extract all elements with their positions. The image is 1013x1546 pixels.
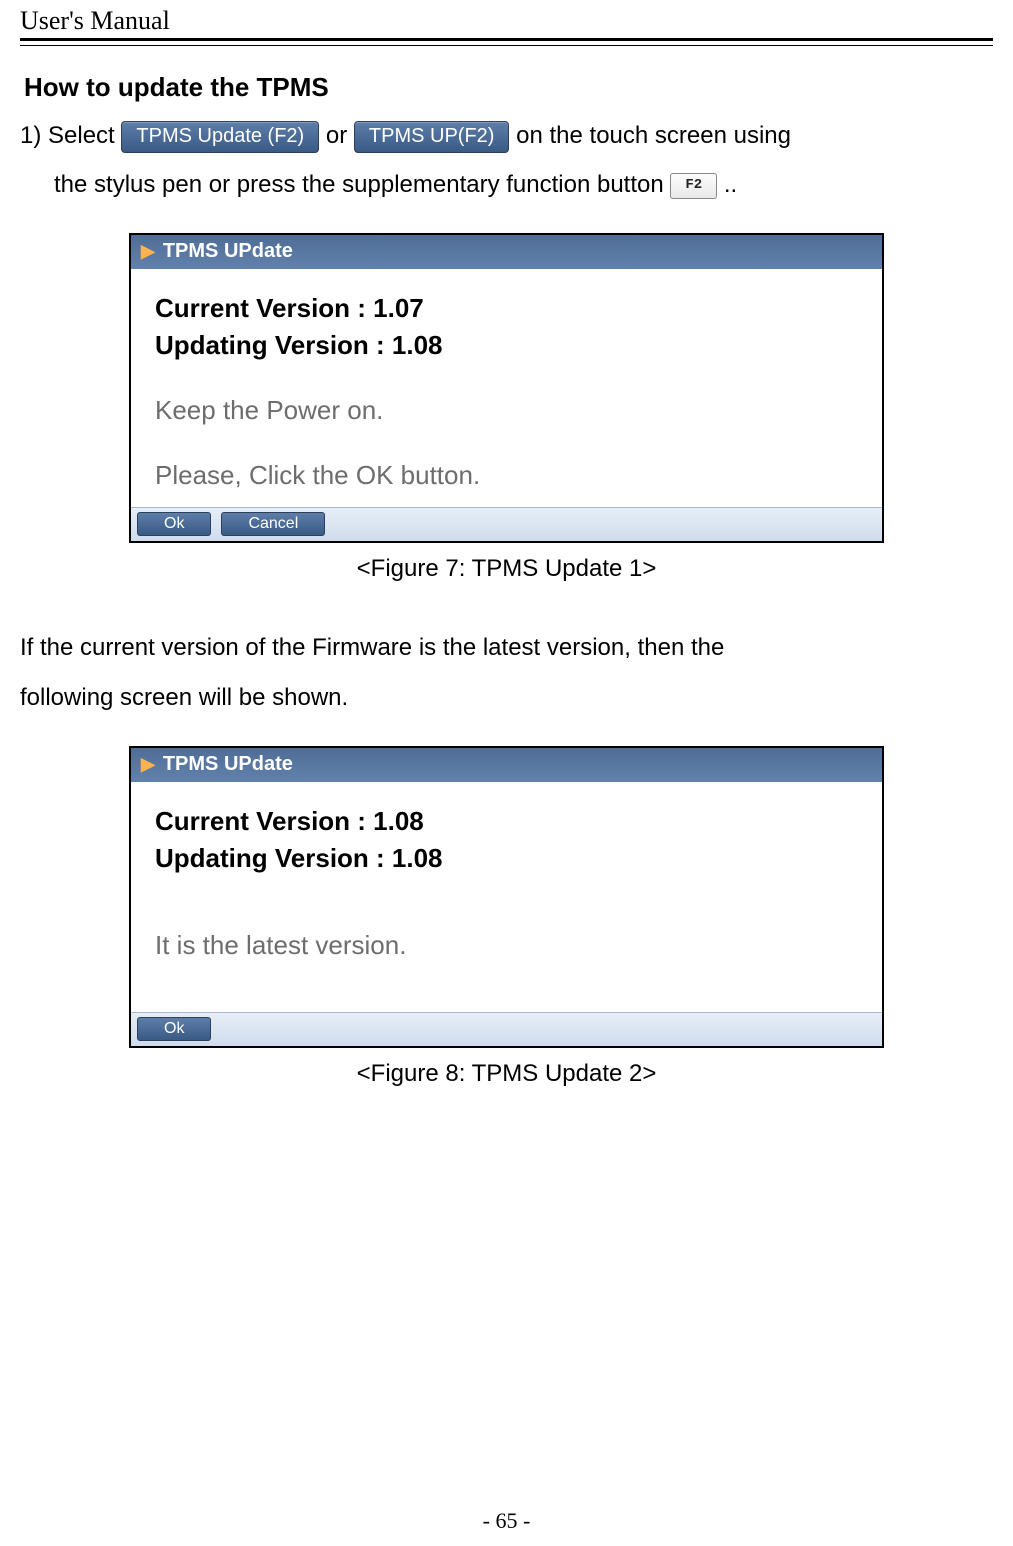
dialog1-cancel-button[interactable]: Cancel	[221, 512, 325, 536]
dialog1-updating-version: Updating Version : 1.08	[155, 330, 858, 361]
mid-paragraph: If the current version of the Firmware i…	[20, 623, 993, 721]
header-rule	[20, 38, 993, 46]
figure8-caption: <Figure 8: TPMS Update 2>	[20, 1060, 993, 1088]
tpms-update-f2-button-image: TPMS Update (F2)	[121, 121, 319, 153]
dialog1-click-ok: Please, Click the OK button.	[155, 460, 858, 491]
mid-para-line1: If the current version of the Firmware i…	[20, 634, 724, 661]
dialog1-buttonbar: Ok Cancel	[131, 507, 882, 541]
page-number: - 65 -	[0, 1508, 1013, 1534]
tpms-update-dialog-2: ▶ TPMS UPdate Current Version : 1.08 Upd…	[129, 746, 884, 1048]
instr-line2-after: ..	[724, 171, 737, 198]
caret-icon: ▶	[141, 754, 155, 775]
dialog2-latest-text: It is the latest version.	[155, 930, 858, 961]
instr-line2-before: the stylus pen or press the supplementar…	[54, 171, 670, 198]
dialog2-buttonbar: Ok	[131, 1012, 882, 1046]
dialog1-titlebar: ▶ TPMS UPdate	[131, 235, 882, 269]
dialog2-current-version: Current Version : 1.08	[155, 806, 858, 837]
instr-or: or	[326, 122, 354, 149]
dialog1-keep-power: Keep the Power on.	[155, 395, 858, 426]
instr-prefix: 1) Select	[20, 122, 121, 149]
instr-tail-1: on the touch screen using	[516, 122, 791, 149]
section-heading: How to update the TPMS	[24, 72, 993, 103]
doc-header-title: User's Manual	[20, 0, 993, 38]
dialog1-ok-button[interactable]: Ok	[137, 512, 211, 536]
instruction-line-2: the stylus pen or press the supplementar…	[20, 160, 993, 209]
dialog2-body: Current Version : 1.08 Updating Version …	[131, 782, 882, 1012]
caret-icon: ▶	[141, 241, 155, 262]
dialog1-current-version: Current Version : 1.07	[155, 293, 858, 324]
instruction-line-1: 1) Select TPMS Update (F2) or TPMS UP(F2…	[20, 111, 993, 160]
dialog2-updating-version: Updating Version : 1.08	[155, 843, 858, 874]
figure7-caption: <Figure 7: TPMS Update 1>	[20, 555, 993, 583]
f2-key-icon: F2	[670, 173, 717, 198]
tpms-up-f2-button-image: TPMS UP(F2)	[354, 121, 510, 153]
dialog1-title-text: TPMS UPdate	[163, 240, 293, 263]
dialog2-titlebar: ▶ TPMS UPdate	[131, 748, 882, 782]
mid-para-line2: following screen will be shown.	[20, 684, 348, 711]
dialog2-title-text: TPMS UPdate	[163, 753, 293, 776]
dialog2-ok-button[interactable]: Ok	[137, 1017, 211, 1041]
dialog1-body: Current Version : 1.07 Updating Version …	[131, 269, 882, 507]
tpms-update-dialog-1: ▶ TPMS UPdate Current Version : 1.07 Upd…	[129, 233, 884, 543]
